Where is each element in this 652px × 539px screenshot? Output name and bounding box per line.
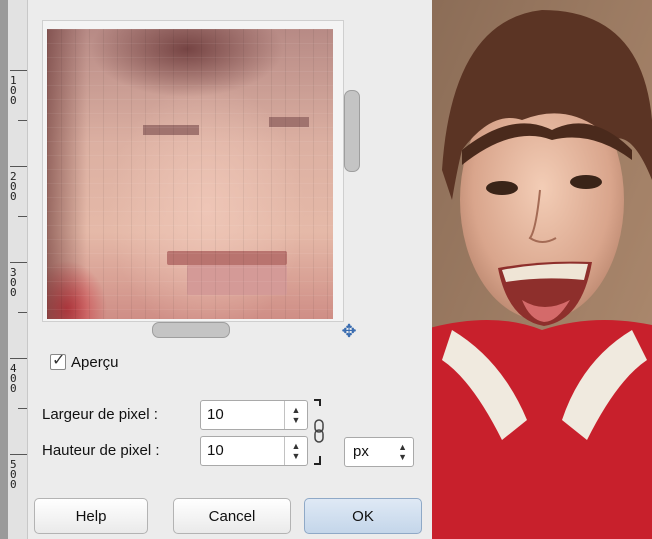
unit-value: px xyxy=(353,443,369,460)
pixel-width-spinner[interactable]: 10 ▲ ▼ xyxy=(200,400,308,430)
ruler-tick xyxy=(10,454,27,455)
vertical-ruler: 1 0 0 2 0 0 3 0 0 4 0 0 5 0 0 xyxy=(0,0,28,539)
move-icon[interactable]: ✥ xyxy=(340,322,358,340)
ok-button[interactable]: OK xyxy=(304,498,422,534)
pixel-height-spinner[interactable]: 10 ▲ ▼ xyxy=(200,436,308,466)
chain-link-icon[interactable] xyxy=(312,398,326,468)
checkmark-icon: ✓ xyxy=(52,352,66,369)
ruler-label: 2 0 0 xyxy=(10,170,17,203)
down-arrow-icon[interactable]: ▼ xyxy=(292,451,301,461)
ruler-label: 1 0 0 xyxy=(10,74,17,107)
unit-select[interactable]: px ▲ ▼ xyxy=(344,437,414,467)
spinner-arrows[interactable]: ▲ ▼ xyxy=(284,437,307,465)
pixel-width-label: Largeur de pixel : xyxy=(42,406,158,423)
up-arrow-icon[interactable]: ▲ xyxy=(292,441,301,451)
ruler-label: 3 0 0 xyxy=(10,266,17,299)
source-photo xyxy=(432,0,652,539)
ruler-tick xyxy=(10,262,27,263)
ruler-tick xyxy=(10,358,27,359)
cancel-button[interactable]: Cancel xyxy=(173,498,291,534)
preview-area[interactable] xyxy=(42,20,344,322)
updown-arrows-icon: ▲ ▼ xyxy=(398,442,407,462)
pixel-height-label: Hauteur de pixel : xyxy=(42,442,160,459)
ruler-label: 5 0 0 xyxy=(10,458,17,491)
pixelize-dialog: ✥ ✓ Aperçu Largeur de pixel : 10 ▲ ▼ Haut… xyxy=(28,0,432,539)
pixel-height-value[interactable]: 10 xyxy=(207,442,224,459)
ruler-tick xyxy=(18,408,27,409)
ruler-tick xyxy=(18,216,27,217)
ruler-tick xyxy=(18,312,27,313)
preview-checkbox[interactable]: ✓ xyxy=(50,352,66,370)
ruler-tick xyxy=(10,166,27,167)
preview-label: Aperçu xyxy=(71,353,119,371)
spinner-arrows[interactable]: ▲ ▼ xyxy=(284,401,307,429)
boy-photo xyxy=(432,0,652,539)
up-arrow-icon[interactable]: ▲ xyxy=(292,405,301,415)
preview-horizontal-scrollbar[interactable] xyxy=(152,322,230,338)
preview-image xyxy=(47,29,333,319)
pixel-width-value[interactable]: 10 xyxy=(207,406,224,423)
preview-toggle[interactable]: ✓ Aperçu xyxy=(50,352,119,372)
preview-vertical-scrollbar[interactable] xyxy=(344,90,360,172)
ruler-label: 4 0 0 xyxy=(10,362,17,395)
help-button[interactable]: Help xyxy=(34,498,148,534)
down-arrow-icon[interactable]: ▼ xyxy=(292,415,301,425)
pixel-grid xyxy=(47,29,333,319)
ruler-tick xyxy=(10,70,27,71)
ruler-tick xyxy=(18,120,27,121)
